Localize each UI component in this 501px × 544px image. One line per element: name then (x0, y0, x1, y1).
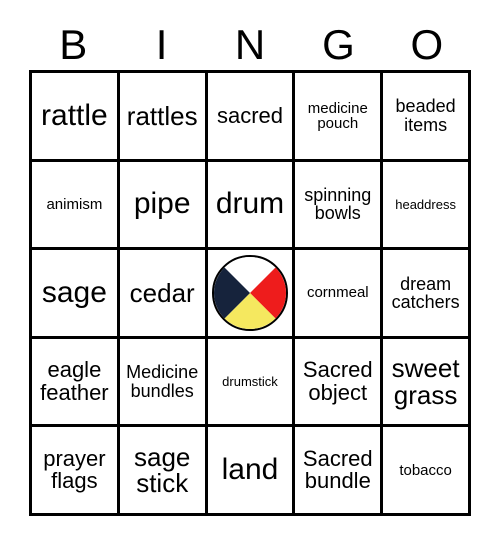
bingo-header-row: BINGO (29, 22, 471, 68)
bingo-cell[interactable]: Sacred bundle (295, 427, 384, 516)
bingo-header-letter-b: B (59, 21, 88, 68)
bingo-cell[interactable]: cornmeal (295, 250, 384, 339)
bingo-cell[interactable]: rattles (119, 73, 208, 162)
bingo-cell-label: dream catchers (391, 273, 460, 312)
bingo-cell-label: animism (46, 195, 103, 213)
bingo-cell-label: drum (215, 187, 285, 221)
bingo-cell[interactable]: sacred (207, 73, 296, 162)
bingo-cell-label: cornmeal (306, 284, 369, 302)
bingo-cell[interactable]: dream catchers (383, 250, 471, 339)
bingo-cell-label: Sacred bundle (302, 445, 373, 494)
bingo-cell-label: tobacco (399, 461, 452, 479)
bingo-cell-label: eagle feather (40, 357, 109, 405)
bingo-cell-label: beaded items (395, 96, 456, 135)
bingo-card: B I N G O rattle rattles sacred medicine pouch b… (0, 0, 501, 544)
medicine-wheel-icon (211, 254, 288, 331)
bingo-cell-label: sacred (216, 102, 284, 128)
bingo-cell-label: sweet grass (391, 353, 460, 410)
bingo-cell[interactable]: pipe (119, 161, 208, 251)
bingo-cell-label: rattles (126, 100, 198, 131)
bingo-cell[interactable]: sweet grass (383, 338, 471, 428)
bingo-cell[interactable]: medicine pouch (295, 73, 384, 162)
bingo-cell[interactable]: beaded items (383, 73, 471, 162)
bingo-cell[interactable]: spinning bowls (295, 161, 384, 251)
bingo-cell-label: cedar (129, 277, 195, 308)
bingo-cell-label: headdress (395, 196, 456, 212)
bingo-cell[interactable]: cedar (119, 250, 208, 339)
bingo-cell[interactable]: animism (32, 161, 120, 251)
bingo-cell-free-space[interactable] (207, 250, 296, 339)
bingo-cell[interactable]: sage stick (119, 427, 208, 516)
bingo-cell-label: rattle (41, 98, 108, 132)
bingo-cell[interactable]: land (207, 427, 296, 516)
bingo-cell-label: spinning bowls (304, 185, 372, 224)
bingo-cell[interactable]: drumstick (207, 338, 296, 428)
bingo-cell-label: medicine pouch (307, 99, 368, 132)
bingo-cell[interactable]: eagle feather (32, 338, 120, 428)
bingo-cell[interactable]: tobacco (383, 427, 471, 516)
bingo-cell[interactable]: headdress (383, 161, 471, 251)
bingo-cell-label: land (221, 452, 279, 486)
bingo-header-letter-g: G (322, 21, 355, 68)
bingo-cell-label: pipe (133, 187, 191, 221)
bingo-cell-label: Sacred object (302, 357, 373, 405)
bingo-cell-label: sage stick (134, 441, 191, 499)
bingo-cell[interactable]: Sacred object (295, 338, 384, 428)
bingo-header-letter-o: O (410, 21, 444, 68)
bingo-cell[interactable]: sage (32, 250, 120, 339)
bingo-cell[interactable]: rattle (32, 73, 120, 162)
bingo-cell-label: sage (41, 275, 107, 309)
bingo-grid: rattle rattles sacred medicine pouch beaded … (29, 70, 471, 516)
bingo-cell[interactable]: prayer flags (32, 427, 120, 516)
bingo-cell[interactable]: drum (207, 161, 296, 251)
bingo-cell-label: Medicine bundles (126, 362, 199, 401)
bingo-cell-label: drumstick (222, 373, 278, 389)
bingo-header-letter-i: I (155, 21, 168, 68)
bingo-cell[interactable]: Medicine bundles (119, 338, 208, 428)
bingo-header-letter-n: N (234, 21, 266, 68)
bingo-cell-label: prayer flags (43, 445, 106, 494)
